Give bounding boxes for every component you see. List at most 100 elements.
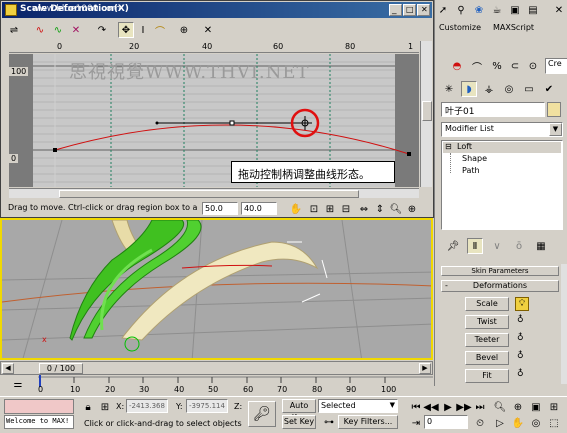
max-toggle-button[interactable]: ⬚ [546,415,562,431]
tab-hierarchy[interactable]: ⚶ [481,81,497,97]
move-control-point-button[interactable]: ✥ [118,22,134,38]
stack-item-path[interactable]: Path [462,166,480,175]
fov-button[interactable]: ▷ [492,415,508,431]
make-unique-button[interactable]: ∨ [489,238,505,254]
delete-control-point-button[interactable]: ⊕ [176,22,192,38]
configure-sets-button[interactable]: ▦ [533,238,549,254]
zoom-extents-button[interactable]: ⊡ [306,201,322,217]
remove-modifier-button[interactable]: ō [511,238,527,254]
bevel-bulb-icon[interactable]: ♁ [517,351,524,361]
lights-button[interactable]: % [489,58,505,74]
key-mode-toggle[interactable]: ⇥ [408,415,424,431]
display-y-axis-button[interactable]: ∿ [50,22,66,38]
set-key-button[interactable]: Set Key [282,415,316,429]
maxscript-listener-top[interactable] [4,399,74,414]
menu-customize[interactable]: Customize [439,23,481,32]
rollout-deformations[interactable]: - Deformations [441,280,559,292]
teeter-bulb-icon[interactable]: ♁ [517,333,524,343]
stack-item-shape[interactable]: Shape [462,154,487,163]
scale-bulb-icon[interactable]: 💡︎ [515,297,529,311]
hscroll-thumb[interactable] [59,190,359,198]
fit-button[interactable]: Fit [465,369,509,383]
modifier-list-dropdown[interactable]: Modifier List ▼ [441,122,563,137]
y-coordinate-field[interactable]: -3975.114 [186,399,228,413]
zoom-h-extents-button[interactable]: ⊞ [322,201,338,217]
bind-button[interactable]: ❀ [471,2,487,18]
zoom-extents-all-button[interactable]: ⊞ [546,399,562,415]
helpers-button[interactable]: ⊙ [525,58,541,74]
teeter-button[interactable]: Teeter [465,333,509,347]
bevel-button[interactable]: Bevel [465,351,509,365]
zoom-horizontally-button[interactable]: ⇔ [356,201,372,217]
display-x-axis-button[interactable]: ∿ [32,22,48,38]
key-filters-button[interactable]: Key Filters... [338,415,398,429]
swap-curves-button[interactable]: ↷ [94,22,110,38]
tab-utilities[interactable]: ✔ [541,81,557,97]
object-color-swatch[interactable] [547,102,561,117]
create-dropdown[interactable]: Cre [545,58,567,74]
prev-frame-button[interactable]: ◀ [2,363,14,374]
play-button[interactable]: ▶ [440,399,456,415]
fit-bulb-icon[interactable]: ♁ [517,369,524,379]
insert-corner-point-button[interactable]: ⌒ [152,22,168,38]
tab-display[interactable]: ▭ [521,81,537,97]
track-view-button[interactable]: ⚌ [10,376,26,392]
pan-view-button[interactable]: ✋ [510,415,526,431]
graph-vscroll[interactable] [420,41,432,187]
maxscript-listener[interactable]: Welcome to MAX! [4,415,74,429]
panel-scrollbar[interactable] [561,264,567,384]
absolute-mode-button[interactable]: ⊞ [97,399,113,415]
next-frame-button[interactable]: ▶ [419,363,431,374]
twist-button[interactable]: Twist [465,315,509,329]
reset-curve-button[interactable]: ✕ [200,22,216,38]
pan-button[interactable]: ✋ [288,201,304,217]
rollout-skin-parameters[interactable]: Skin Parameters [441,266,559,276]
x-coordinate-field[interactable]: -2413.368 [126,399,168,413]
key-mode-button[interactable]: 🔑︎ [248,401,276,427]
prev-key-button[interactable]: ◀◀ [423,399,439,415]
show-end-result-button[interactable]: Ⅱ [467,238,483,254]
zoom-extents-nav-button[interactable]: ▣ [528,399,544,415]
link-button[interactable]: ⚲ [453,2,469,18]
menu-maxscript[interactable]: MAXScript [493,23,534,32]
selection-set-dropdown[interactable]: Selected ▼ [318,399,398,413]
minimize-button[interactable]: _ [389,4,402,16]
auto-key-button[interactable]: Auto Key [282,399,316,422]
title-bar[interactable]: Scale Deformation(X) www.blue1000.com _ … [2,2,432,18]
vscroll-thumb[interactable] [422,101,432,121]
zoom-button[interactable]: 🔍︎ [388,201,404,217]
zoom-v-extents-button[interactable]: ⊟ [338,201,354,217]
render-type-button[interactable]: ▤ [525,2,541,18]
track-bar[interactable]: ⚌ 0 10 20 30 40 50 60 70 80 90 100 [0,375,433,395]
make-symmetrical-button[interactable]: ⇌ [6,22,22,38]
goto-start-button[interactable]: ⏮︎ [408,399,424,415]
tab-modify[interactable]: ◗ [461,81,477,97]
select-object-button[interactable]: ➚ [435,2,451,18]
close-button[interactable]: ✕ [417,4,430,16]
geometry-button[interactable]: ◓ [449,58,465,74]
time-slider[interactable]: ◀ 0 / 100 ▶ [0,361,433,375]
goto-end-button[interactable]: ⏭︎ [472,399,488,415]
point-value-field[interactable]: 40.0 [241,202,277,215]
zoom-region-button[interactable]: ⊕ [404,201,420,217]
zoom-vertically-button[interactable]: ⇕ [372,201,388,217]
display-xy-axes-button[interactable]: ✕ [68,22,84,38]
quick-render-button[interactable]: ▣ [507,2,523,18]
shapes-button[interactable]: ⌒ [469,58,485,74]
perspective-viewport[interactable]: x [0,218,433,360]
time-slider-thumb[interactable]: 0 / 100 [39,363,83,374]
deformation-graph[interactable]: 思視視覺WWW.THVI.NET 100 0 拖动控制柄调整曲线形态。 [9,54,419,187]
arc-rotate-button[interactable]: ◎ [528,415,544,431]
pin-stack-button[interactable]: 📌︎ [445,238,461,254]
twist-bulb-icon[interactable]: ♁ [517,315,524,325]
selection-lock-button[interactable]: 🔒︎ [80,399,96,415]
set-key-filter-icon-button[interactable]: ⊶ [321,414,337,430]
current-frame-spinner[interactable]: 0 [424,415,468,429]
render-scene-button[interactable]: ☕︎ [489,2,505,18]
tab-motion[interactable]: ◎ [501,81,517,97]
zoom-all-button[interactable]: ⊕ [510,399,526,415]
stack-item-loft[interactable]: ⊟ Loft [443,142,561,153]
close-panel-button[interactable]: ✕ [551,2,567,18]
graph-hscroll[interactable] [9,188,419,198]
tab-create[interactable]: ✳ [441,81,457,97]
